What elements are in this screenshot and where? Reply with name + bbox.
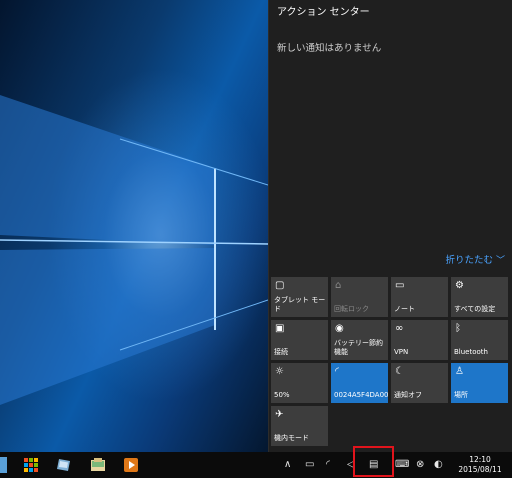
chevron-down-icon: ﹀ (495, 256, 505, 266)
rotation-lock-icon: ⌂ (335, 280, 342, 291)
bluetooth-icon: ᛒ (455, 323, 461, 334)
battery-saver-icon: ◉ (335, 323, 344, 334)
chevron-up-icon[interactable]: ∧ (284, 459, 291, 471)
notebook-app-icon[interactable] (56, 457, 72, 473)
tile-label: タブレット モード (274, 296, 326, 313)
collapse-label: 折りたたむ (445, 255, 493, 266)
action-center-button-highlight (353, 446, 394, 477)
media-player-app-icon[interactable] (123, 457, 139, 473)
quiet-hours-icon: ☾ (395, 366, 404, 377)
tile-label: バッテリー節約機能 (334, 339, 383, 356)
tile-label: 0024A5F4DA00 (334, 391, 389, 399)
app-tray-icon[interactable]: ◐ (434, 459, 443, 471)
tile-quiet-hours[interactable]: ☾ 通知オフ (391, 363, 448, 403)
tile-label: すべての設定 (454, 305, 496, 313)
tile-label: 接続 (274, 348, 288, 356)
tile-label: ノート (394, 305, 415, 313)
tile-label: 場所 (454, 391, 468, 399)
windows-logo-light (0, 95, 268, 405)
wifi-icon: ◜ (335, 366, 339, 377)
tile-label: Bluetooth (454, 348, 488, 356)
vpn-icon: ∞ (395, 323, 404, 334)
tile-label: VPN (394, 348, 409, 356)
tile-note[interactable]: ▭ ノート (391, 277, 448, 317)
clock[interactable]: 12:10 2015/08/11 (455, 455, 505, 475)
tile-label: 通知オフ (394, 391, 422, 399)
tile-airplane-mode[interactable]: ✈ 機内モード (271, 406, 328, 446)
tile-battery-saver[interactable]: ◉ バッテリー節約機能 (331, 320, 388, 360)
clock-date: 2015/08/11 (458, 465, 502, 474)
clock-time: 12:10 (469, 455, 491, 464)
taskbar: ∧ ▭ ◜ ◁ ▤ ⌨ ⊗ ◐ 12:10 2015/08/11 (0, 452, 512, 478)
close-icon[interactable]: ⊗ (416, 459, 424, 471)
action-center-title: アクション センター (277, 7, 370, 18)
tile-brightness[interactable]: ☼ 50% (271, 363, 328, 403)
tile-location[interactable]: ♙ 場所 (451, 363, 508, 403)
wifi-icon[interactable]: ◜ (326, 459, 330, 471)
tile-vpn[interactable]: ∞ VPN (391, 320, 448, 360)
tablet-mode-icon: ▢ (275, 280, 285, 291)
taskbar-app-partial-icon[interactable] (0, 457, 7, 473)
location-icon: ♙ (455, 366, 464, 377)
desktop-wallpaper (0, 0, 268, 452)
tile-rotation-lock[interactable]: ⌂ 回転ロック (331, 277, 388, 317)
tile-wifi[interactable]: ◜ 0024A5F4DA00 (331, 363, 389, 403)
action-center-panel: アクション センター 新しい通知はありません 折りたたむ ﹀ ▢ タブレット モー… (268, 0, 512, 452)
store-app-icon[interactable] (23, 457, 39, 473)
collapse-link[interactable]: 折りたたむ ﹀ (445, 252, 505, 266)
battery-icon[interactable]: ▭ (305, 459, 314, 471)
tile-label: 50% (274, 391, 290, 399)
keyboard-icon[interactable]: ⌨ (395, 459, 409, 471)
empty-notifications-message: 新しい通知はありません (277, 43, 382, 54)
tile-all-settings[interactable]: ⚙ すべての設定 (451, 277, 508, 317)
tile-connect[interactable]: ▣ 接続 (271, 320, 328, 360)
photos-app-icon[interactable] (90, 457, 106, 473)
airplane-mode-icon: ✈ (275, 409, 284, 420)
gear-icon: ⚙ (455, 280, 464, 291)
tile-bluetooth[interactable]: ᛒ Bluetooth (451, 320, 508, 360)
tile-label: 回転ロック (334, 305, 369, 313)
tile-label: 機内モード (274, 434, 309, 442)
note-icon: ▭ (395, 280, 405, 291)
brightness-icon: ☼ (275, 366, 284, 377)
connect-icon: ▣ (275, 323, 285, 334)
tile-tablet-mode[interactable]: ▢ タブレット モード (271, 277, 328, 317)
